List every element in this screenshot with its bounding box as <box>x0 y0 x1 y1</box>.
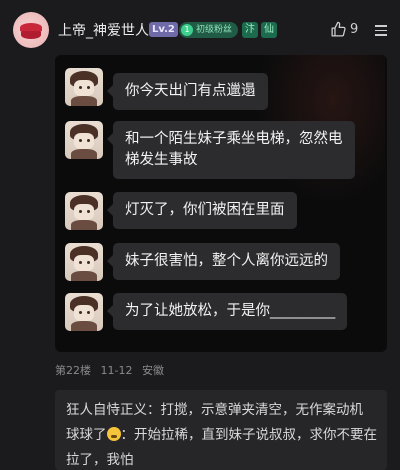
chat-message: 你今天出门有点邋遢 <box>65 68 385 110</box>
chat-bubble: 灯灭了，你们被困在里面 <box>107 192 297 229</box>
chat-message: 为了让她放松，于是你_________ <box>65 293 385 333</box>
title-badge-1: 汴 <box>242 22 258 38</box>
chat-bubble: 妹子很害怕，整个人离你远远的 <box>107 243 340 280</box>
chat-avatar <box>65 68 103 106</box>
chat-message: 妹子很害怕，整个人离你远远的 <box>65 243 385 283</box>
like-count: 9 <box>350 22 359 37</box>
thumbs-up-icon <box>331 21 346 37</box>
floor-number: 第22楼 <box>55 364 91 377</box>
reply-line-1: ：打搅，示意弹夹清空，无作案动机 <box>147 402 363 418</box>
reply-line-2: ：开始拉稀，直到妹子说叔叔，求你不要在 <box>120 427 378 443</box>
chat-avatar <box>65 293 103 331</box>
sweat-smile-icon <box>106 427 121 441</box>
chat-message: 和一个陌生妹子乘坐电梯，忽然电 梯发生事故 <box>65 121 385 181</box>
chat-message: 灯灭了，你们被困在里面 <box>65 192 385 232</box>
lips-lower <box>21 31 41 39</box>
more-menu-icon[interactable] <box>375 22 393 38</box>
chat-screenshot-image[interactable]: 你今天出门有点邋遢 和一个陌生妹子乘坐电梯，忽然电 梯发生事故 灯灭了，你们被困… <box>55 55 387 352</box>
reply-author[interactable]: 狂人自恃正义 <box>66 402 147 418</box>
post-location: 安徽 <box>141 364 164 377</box>
post-header: 上帝_神爱世人 Lv.2 1 初级粉丝 汴 仙 9 <box>0 0 400 58</box>
post-meta: 第22楼 11-12 安徽 <box>55 362 170 378</box>
reply-line-3: 拉了，我怕 <box>66 452 134 468</box>
chat-bubble: 你今天出门有点邋遢 <box>107 73 268 110</box>
chat-bubble: 和一个陌生妹子乘坐电梯，忽然电 梯发生事故 <box>107 121 355 179</box>
fan-badge-label: 初级粉丝 <box>196 25 233 35</box>
level-badge: Lv.2 <box>149 22 178 37</box>
post-date: 11-12 <box>100 364 133 377</box>
reply-text: 狂人自恃正义：打搅，示意弹夹清空，无作案动机 球球了 ：开始拉稀，直到妹子说叔叔，… <box>66 398 382 470</box>
fan-level-icon: 1 <box>181 24 193 36</box>
like-button[interactable]: 9 <box>330 19 370 41</box>
chat-bubble: 为了让她放松，于是你_________ <box>106 293 348 330</box>
reply-line-2-prefix: 球球了 <box>66 427 107 443</box>
chat-avatar <box>65 121 103 159</box>
fan-badge: 1 初级粉丝 <box>179 22 239 38</box>
title-badge-2: 仙 <box>261 22 277 38</box>
username[interactable]: 上帝_神爱世人 <box>58 20 149 40</box>
chat-avatar <box>65 243 103 281</box>
reply-preview[interactable]: 狂人自恃正义：打搅，示意弹夹清空，无作案动机 球球了 ：开始拉稀，直到妹子说叔叔，… <box>55 390 387 470</box>
chat-avatar <box>65 192 103 230</box>
user-avatar[interactable] <box>13 12 49 48</box>
